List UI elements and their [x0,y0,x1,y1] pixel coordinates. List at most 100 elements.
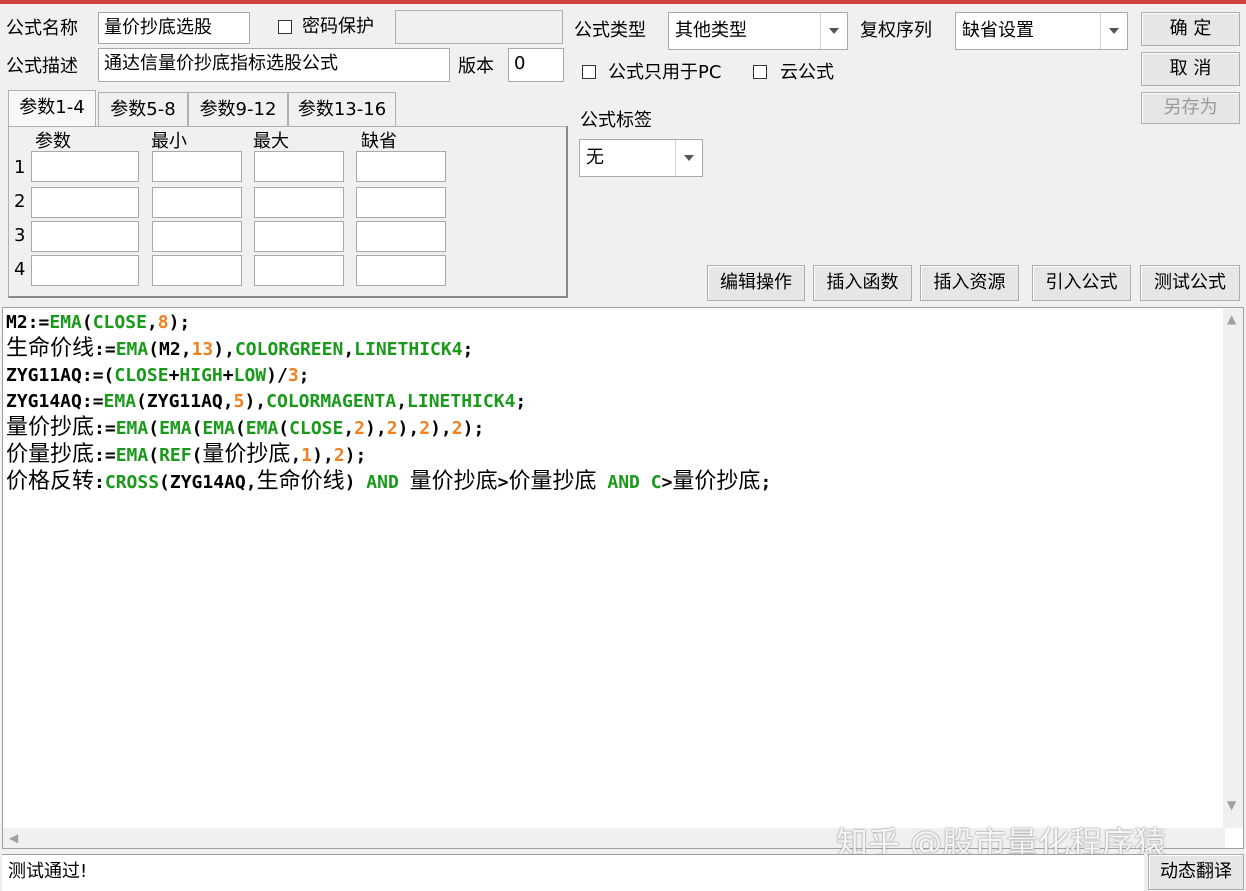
param-3-default-input[interactable] [356,221,446,252]
code-editor[interactable]: M2:=EMA(CLOSE,8); 生命价线:=EMA(M2,13),COLORG… [2,307,1244,849]
rights-sequence-select[interactable]: 缺省设置 [955,12,1128,50]
param-4-min-input[interactable] [152,255,242,286]
code-token: 价量抄底 [6,442,95,467]
code-token: EMA [202,418,235,439]
code-token: LINETHICK4 [407,391,516,412]
param-row-number: 2 [14,191,26,212]
code-token: AND [366,472,399,493]
code-token: 量价抄底 [672,469,761,494]
dynamic-translate-button[interactable]: 动态翻译 [1148,854,1244,890]
pc-only-checkbox[interactable] [582,65,596,79]
version-input[interactable]: 0 [508,48,564,82]
code-token: LOW [233,365,267,386]
param-3-max-input[interactable] [254,221,344,252]
param-4-name-input[interactable] [31,255,139,286]
code-token: 量价抄底 [409,469,498,494]
tab-params-13-16[interactable]: 参数13-16 [288,92,396,126]
code-token: ( [148,445,160,466]
param-1-name-input[interactable] [31,151,139,182]
code-token: ), [430,418,452,439]
code-token: 2 [451,418,463,439]
param-4-max-input[interactable] [254,255,344,286]
password-protect-checkbox[interactable] [278,20,292,34]
param-1-max-input[interactable] [254,151,344,182]
code-line: 价量抄底:=EMA(REF(量价抄底,1),2); [6,442,771,469]
vertical-scrollbar[interactable]: ▲ ▼ [1223,308,1243,828]
window-top-accent [0,0,1246,4]
chevron-down-icon[interactable] [1100,13,1127,49]
chevron-down-icon[interactable] [675,140,702,176]
param-row-number: 1 [14,157,26,178]
param-1-min-input[interactable] [152,151,242,182]
code-token: 1 [301,445,313,466]
col-header-min: 最小 [151,131,187,152]
param-3-name-input[interactable] [31,221,139,252]
code-token: HIGH [179,365,223,386]
import-formula-button[interactable]: 引入公式 [1032,265,1131,301]
code-token: ; [298,365,310,386]
col-header-default: 缺省 [361,131,397,152]
password-input [395,10,563,44]
status-message: 测试通过! [2,854,1144,891]
code-token: ; [462,339,474,360]
code-token: > [497,472,509,493]
save-as-button: 另存为 [1141,92,1240,124]
code-token: , [343,339,355,360]
code-token: , [290,445,302,466]
code-token: ) [344,472,367,493]
cancel-button[interactable]: 取 消 [1141,52,1240,86]
code-token: (ZYG14AQ, [159,472,257,493]
formula-name-label: 公式名称 [6,18,78,39]
formula-tag-select[interactable]: 无 [579,139,703,177]
insert-resource-button[interactable]: 插入资源 [920,265,1019,301]
code-token: 2 [333,445,345,466]
param-2-default-input[interactable] [356,187,446,218]
code-token: EMA [115,445,149,466]
scroll-down-icon[interactable]: ▼ [1227,798,1236,812]
code-token: ( [278,418,290,439]
code-token: 2 [386,418,398,439]
code-token: ), [312,445,334,466]
code-token: CLOSE [289,418,344,439]
param-2-name-input[interactable] [31,187,139,218]
formula-type-select[interactable]: 其他类型 [668,12,848,50]
code-token: )/ [266,365,288,386]
param-4-default-input[interactable] [356,255,446,286]
tab-params-9-12[interactable]: 参数9-12 [188,92,288,126]
formula-name-input[interactable]: 量价抄底选股 [98,12,250,44]
code-token: (M2, [148,339,192,360]
code-token: := [94,418,116,439]
cloud-formula-checkbox[interactable] [753,65,767,79]
scroll-left-icon[interactable]: ◀ [9,831,18,845]
insert-function-button[interactable]: 插入函数 [813,265,912,301]
scroll-up-icon[interactable]: ▲ [1227,312,1236,326]
code-line: 量价抄底:=EMA(EMA(EMA(EMA(CLOSE,2),2),2),2); [6,415,771,442]
code-token: ( [191,418,203,439]
test-formula-button[interactable]: 测试公式 [1140,265,1240,301]
formula-desc-input[interactable]: 通达信量价抄底指标选股公式 [98,48,450,82]
param-2-min-input[interactable] [152,187,242,218]
chevron-down-icon[interactable] [820,13,847,49]
param-row-number: 3 [14,225,26,246]
code-token: ( [81,312,93,333]
code-token: > [661,472,673,493]
code-token: EMA [103,391,137,412]
code-token: ZYG11AQ:=( [6,365,115,386]
code-token: 2 [354,418,366,439]
ok-button[interactable]: 确 定 [1141,12,1240,46]
param-1-default-input[interactable] [356,151,446,182]
code-token: ; [760,472,772,493]
code-line: ZYG14AQ:=EMA(ZYG11AQ,5),COLORMAGENTA,LIN… [6,389,771,415]
edit-operations-button[interactable]: 编辑操作 [707,265,805,301]
param-2-max-input[interactable] [254,187,344,218]
tab-params-5-8[interactable]: 参数5-8 [98,92,188,126]
rights-sequence-label: 复权序列 [860,20,932,41]
code-token: ); [462,418,485,439]
code-token: (ZYG11AQ, [136,391,234,412]
tab-params-1-4[interactable]: 参数1-4 [8,90,96,127]
code-token: COLORMAGENTA [266,391,397,412]
param-3-min-input[interactable] [152,221,242,252]
code-text[interactable]: M2:=EMA(CLOSE,8); 生命价线:=EMA(M2,13),COLORG… [6,310,771,496]
col-header-param: 参数 [35,131,71,152]
